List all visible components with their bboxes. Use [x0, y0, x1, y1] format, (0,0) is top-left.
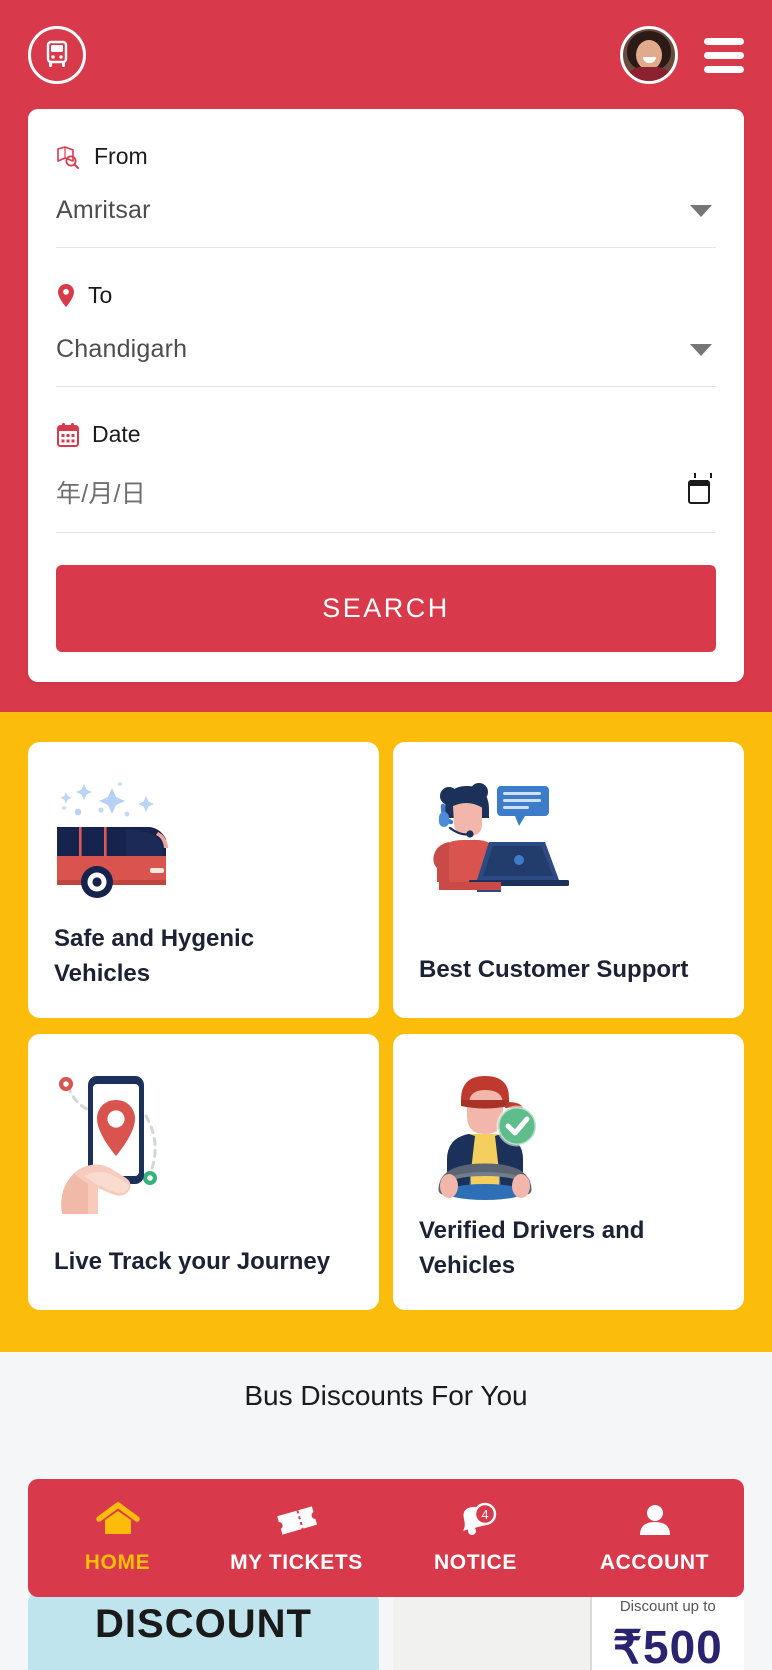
search-button[interactable]: SEARCH	[56, 565, 716, 652]
to-label-row: To	[56, 282, 716, 309]
feature-card-customer-support[interactable]: Best Customer Support	[393, 742, 744, 1018]
person-icon	[637, 1501, 673, 1539]
nav-item-account[interactable]: ACCOUNT	[565, 1501, 744, 1575]
verified-driver-illustration	[419, 1064, 718, 1214]
date-label: Date	[92, 421, 141, 447]
chevron-down-icon[interactable]	[690, 343, 712, 356]
nav-item-notice[interactable]: 4 NOTICE	[386, 1501, 565, 1575]
to-label: To	[88, 282, 113, 308]
bottom-navigation: HOME MY TICKETS 4 NOTICE ACCOUNT	[28, 1479, 744, 1597]
discount-card-label: Discount up to	[619, 1598, 716, 1615]
from-label-row: From	[56, 143, 716, 170]
support-agent-illustration	[419, 772, 718, 922]
feature-title: Best Customer Support	[419, 956, 689, 984]
date-input[interactable]: 年/月/日	[56, 474, 146, 510]
from-label: From	[94, 143, 148, 169]
bus-icon	[46, 40, 68, 67]
features-grid: Safe and Hygenic Vehicles Best Customer …	[28, 742, 744, 1310]
avatar-body	[625, 67, 673, 81]
discount-card-2[interactable]: Discount up to ₹500	[393, 1592, 744, 1670]
bus-logo-button[interactable]	[28, 26, 86, 84]
nav-label: HOME	[84, 1551, 151, 1574]
sparkling-bus-illustration	[54, 772, 353, 922]
date-label-row: Date	[56, 421, 716, 448]
nav-item-my-tickets[interactable]: MY TICKETS	[207, 1501, 386, 1575]
discount-cards: DISCOUNT Discount up to ₹500	[28, 1592, 744, 1670]
to-value: Chandigarh	[56, 335, 188, 363]
top-bar-right	[620, 26, 744, 84]
nav-label: ACCOUNT	[599, 1551, 710, 1574]
date-field[interactable]: 年/月/日	[56, 473, 716, 533]
nav-label: NOTICE	[434, 1551, 517, 1574]
phone-location-tracking-illustration	[54, 1064, 353, 1214]
avatar-face	[636, 40, 662, 70]
notice-badge-count: 4	[481, 1507, 488, 1522]
feature-card-safe-hygenic[interactable]: Safe and Hygenic Vehicles	[28, 742, 379, 1018]
home-icon	[95, 1501, 140, 1539]
from-value: Amritsar	[56, 196, 151, 224]
discount-card-amount: ₹500	[612, 1621, 723, 1670]
chevron-down-icon[interactable]	[690, 204, 712, 217]
discount-card-inner: Discount up to ₹500	[589, 1592, 744, 1670]
feature-title: Live Track your Journey	[54, 1248, 331, 1276]
app-screen: From Amritsar To Chandigarh Date 年/月/日 S…	[0, 0, 772, 1670]
top-bar	[0, 0, 772, 110]
search-card: From Amritsar To Chandigarh Date 年/月/日 S…	[28, 109, 744, 682]
feature-title: Verified Drivers and Vehicles	[419, 1217, 645, 1279]
discount-card-1[interactable]: DISCOUNT	[28, 1592, 379, 1670]
feature-title: Safe and Hygenic Vehicles	[54, 925, 255, 987]
calendar-picker-icon[interactable]	[688, 473, 712, 504]
feature-card-verified-drivers[interactable]: Verified Drivers and Vehicles	[393, 1034, 744, 1310]
calendar-icon	[57, 422, 79, 447]
avatar[interactable]	[620, 26, 678, 84]
to-field[interactable]: Chandigarh	[56, 335, 716, 387]
map-search-icon	[57, 145, 79, 169]
discount-section-title: Bus Discounts For You	[244, 1380, 528, 1411]
bell-icon: 4	[451, 1501, 501, 1539]
nav-label: MY TICKETS	[230, 1551, 363, 1574]
location-pin-icon	[58, 283, 74, 307]
discount-card-headline: DISCOUNT	[95, 1602, 312, 1646]
from-field[interactable]: Amritsar	[56, 196, 716, 248]
feature-card-live-track[interactable]: Live Track your Journey	[28, 1034, 379, 1310]
ticket-icon	[273, 1501, 321, 1539]
nav-item-home[interactable]: HOME	[28, 1501, 207, 1575]
hamburger-menu-icon[interactable]	[704, 37, 744, 73]
